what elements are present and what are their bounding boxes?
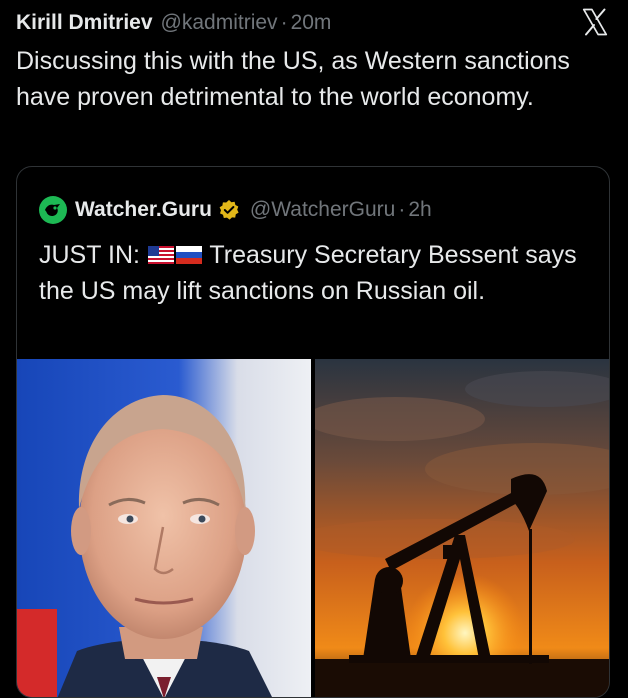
quoted-separator-dot: · (398, 198, 406, 221)
author-handle[interactable]: @kadmitriev (161, 11, 278, 35)
photo-oil-pumpjack-sunset[interactable] (315, 359, 609, 697)
tweet-timestamp[interactable]: 20m (291, 11, 332, 35)
author-name[interactable]: Kirill Dmitriev (16, 11, 153, 35)
us-flag-icon (147, 245, 174, 264)
russia-flag-icon (175, 245, 202, 264)
quoted-tweet[interactable]: Watcher.Guru @WatcherGuru · 2h JUST IN: (16, 166, 610, 698)
quoted-timestamp[interactable]: 2h (408, 198, 431, 222)
quoted-tweet-header: Watcher.Guru @WatcherGuru · 2h (39, 194, 432, 226)
separator-dot: · (280, 11, 288, 34)
quoted-author-handle[interactable]: @WatcherGuru (250, 198, 395, 222)
tweet[interactable]: Kirill Dmitriev @kadmitriev · 20m Discus… (0, 0, 628, 698)
watcher-guru-avatar-icon[interactable] (39, 196, 67, 224)
verified-badge-icon (219, 200, 239, 220)
quoted-text-prefix: JUST IN: (39, 241, 140, 269)
quoted-media (17, 359, 609, 697)
quoted-tweet-text: JUST IN: Treasury Secretary Bessent says… (39, 237, 594, 309)
quoted-author-name[interactable]: Watcher.Guru (75, 198, 212, 222)
tweet-text: Discussing this with the US, as Western … (16, 47, 570, 111)
photo-man-portrait[interactable] (17, 359, 311, 697)
tweet-header: Kirill Dmitriev @kadmitriev · 20m (16, 8, 331, 38)
x-logo-icon[interactable] (580, 7, 610, 37)
